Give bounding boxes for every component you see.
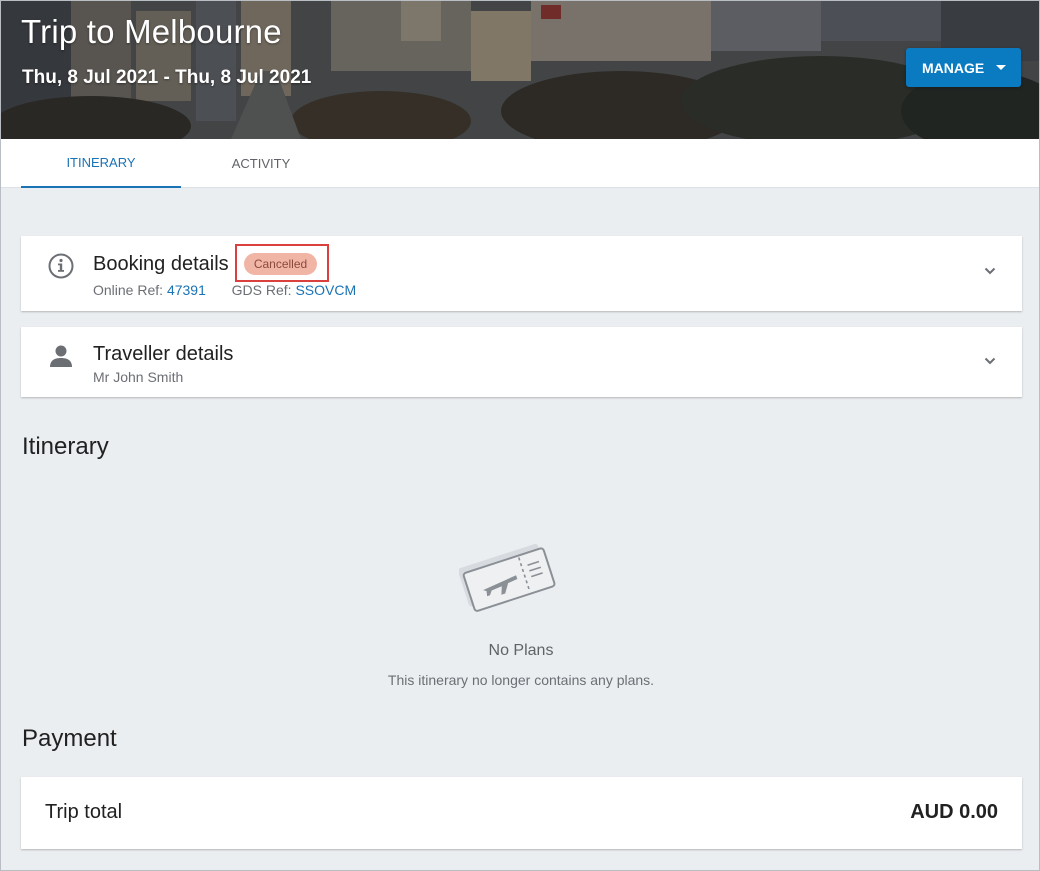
booking-refs: Online Ref: 47391 GDS Ref: SSOVCM [93, 282, 356, 298]
trip-total-value: AUD 0.00 [910, 801, 998, 823]
trip-dates: Thu, 8 Jul 2021 - Thu, 8 Jul 2021 [22, 67, 312, 88]
trip-total-card: Trip total AUD 0.00 [21, 777, 1022, 849]
status-highlight-box [235, 244, 329, 282]
chevron-down-icon[interactable] [984, 357, 996, 365]
traveller-details-card[interactable]: Traveller details Mr John Smith [21, 327, 1022, 397]
empty-state-subtitle: This itinerary no longer contains any pl… [387, 672, 655, 688]
plane-ticket-icon [459, 543, 556, 612]
booking-details-title: Booking details [93, 253, 229, 275]
hero-banner: Trip to Melbourne Thu, 8 Jul 2021 - Thu,… [1, 1, 1039, 139]
tab-itinerary[interactable]: ITINERARY [21, 139, 181, 188]
trip-title: Trip to Melbourne [21, 13, 282, 50]
online-ref-label: Online Ref: [93, 282, 164, 298]
caret-down-icon [996, 65, 1006, 70]
info-icon [48, 253, 74, 279]
manage-button[interactable]: MANAGE [906, 48, 1021, 87]
trip-total-label: Trip total [45, 801, 123, 823]
payment-heading: Payment [22, 725, 117, 752]
traveller-details-title: Traveller details [93, 343, 234, 365]
tab-activity[interactable]: ACTIVITY [181, 139, 341, 188]
booking-details-card[interactable]: Booking details Cancelled Online Ref: 47… [21, 236, 1022, 311]
itinerary-heading: Itinerary [22, 433, 109, 460]
tab-bar: ITINERARY ACTIVITY [1, 139, 1039, 188]
chevron-down-icon[interactable] [984, 267, 996, 275]
manage-button-label: MANAGE [922, 59, 985, 76]
gds-ref-link[interactable]: SSOVCM [295, 282, 356, 298]
traveller-name: Mr John Smith [93, 369, 184, 385]
empty-state-title: No Plans [488, 642, 554, 659]
person-icon [50, 345, 72, 367]
gds-ref-label: GDS Ref: [231, 282, 292, 298]
online-ref-link[interactable]: 47391 [167, 282, 206, 298]
